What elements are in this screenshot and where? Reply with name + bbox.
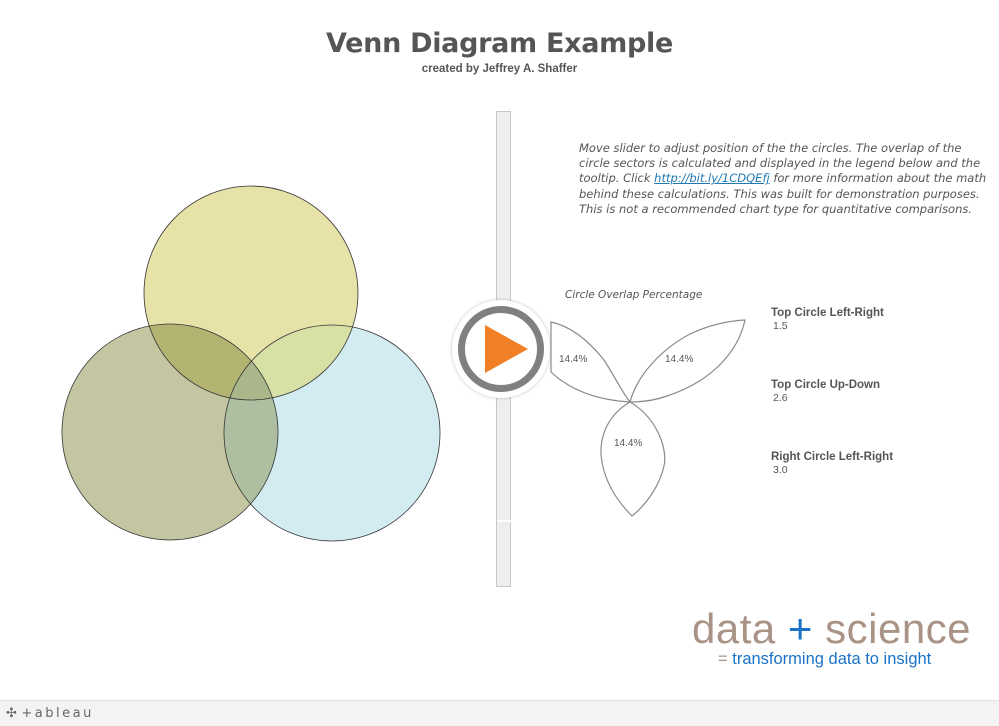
overlap-label-bottom: 14.4% [614,438,643,449]
parameter-right-left-right[interactable]: Right Circle Left-Right 3.0 [771,451,893,476]
tableau-cross-icon: ✣ [6,706,20,721]
tableau-brand-text: +ableau [21,706,94,721]
parameter-value: 1.5 [773,320,788,332]
logo-word-science: science [825,605,972,652]
parameter-top-left-right[interactable]: Top Circle Left-Right 1.5 [771,307,884,332]
overlap-label-right: 14.4% [665,354,694,365]
overlap-lens-bottom[interactable] [600,401,666,517]
logo-word-data: data [692,605,776,652]
logo-equals: = [718,650,728,668]
parameter-label: Right Circle Left-Right [771,451,894,463]
parameter-label: Top Circle Up-Down [771,379,881,391]
parameter-value: 2.6 [773,392,788,404]
parameter-value: 3.0 [773,464,788,476]
logo-plus: + [787,605,813,652]
tableau-logo[interactable]: ✣ +ableau [6,706,94,721]
logo-tagline: = transforming data to insight [718,650,931,669]
parameter-top-up-down[interactable]: Top Circle Up-Down 2.6 [771,379,880,404]
overlap-label-left: 14.4% [559,354,588,365]
parameter-label: Top Circle Left-Right [771,307,884,319]
data-science-logo[interactable]: data + science [692,605,971,653]
logo-tagline-text: transforming data to insight [732,650,932,668]
tableau-footer: ✣ +ableau [0,700,999,726]
